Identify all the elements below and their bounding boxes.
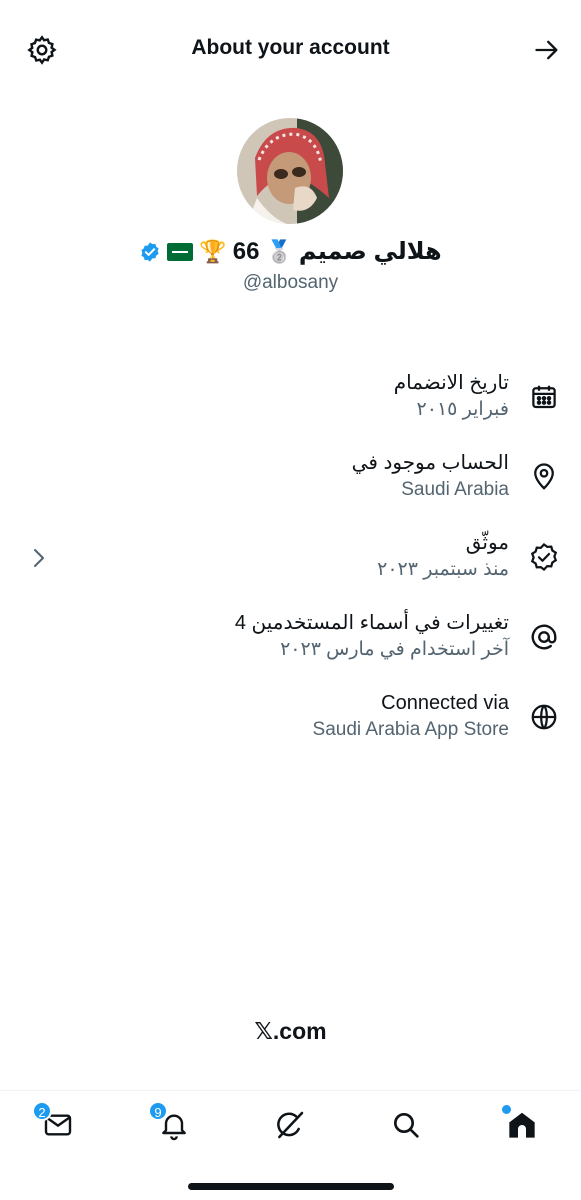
info-item-connected-via: Connected via Saudi Arabia App Store: [0, 682, 581, 752]
display-number: 66: [232, 237, 260, 265]
info-primary-label: Connected via: [381, 692, 509, 714]
verified-check-icon: [530, 543, 558, 571]
messages-badge: 2: [32, 1101, 52, 1121]
info-primary-label: موثّق: [465, 532, 509, 554]
globe-icon: [531, 704, 557, 730]
info-secondary-value: منذ سبتمبر ٢٠٢٣: [377, 559, 509, 580]
bottom-tab-bar: 2 9: [0, 1090, 581, 1200]
info-secondary-value: آخر استخدام في مارس ٢٠٢٣: [280, 639, 509, 660]
top-bar: About your account: [0, 0, 581, 100]
search-icon: [394, 1113, 419, 1138]
info-item-location: الحساب موجود في Saudi Arabia: [0, 442, 581, 512]
display-name: هلالي صميم: [298, 238, 442, 265]
username-handle: @albosany: [242, 272, 339, 293]
info-primary-label: 4 تغييرات في أسماء المستخدمين: [234, 612, 509, 634]
info-item-joined: تاريخ الانضمام فبراير ٢٠١٥: [0, 362, 581, 432]
avatar[interactable]: [237, 118, 343, 224]
profile-name-row: هلالي صميم 🥈 66 🏆: [0, 237, 581, 266]
tab-grok[interactable]: [270, 1105, 310, 1145]
home-new-dot: [502, 1105, 511, 1114]
tab-notifications[interactable]: 9: [148, 1101, 194, 1145]
info-primary-label: الحساب موجود في: [351, 452, 509, 474]
info-secondary-value: Saudi Arabia App Store: [312, 719, 509, 740]
info-secondary-value: فبراير ٢٠١٥: [416, 399, 509, 420]
info-item-username-changes: 4 تغييرات في أسماء المستخدمين آخر استخدا…: [0, 602, 581, 672]
home-indicator-bar[interactable]: [188, 1183, 394, 1190]
home-icon: [509, 1112, 535, 1138]
info-item-verified[interactable]: موثّق منذ سبتمبر ٢٠٢٣: [0, 522, 581, 592]
saudi-flag-icon: [167, 242, 194, 261]
chevron-left-icon[interactable]: [26, 546, 50, 570]
info-secondary-value: Saudi Arabia: [401, 479, 509, 500]
silver-medal-emoji: 🥈: [265, 238, 293, 264]
verified-badge-icon: [141, 241, 159, 262]
notifications-badge: 9: [148, 1101, 168, 1121]
page-title: About your account: [191, 36, 390, 59]
tab-messages[interactable]: 2: [32, 1101, 78, 1145]
tab-home[interactable]: [502, 1105, 542, 1145]
tab-search[interactable]: [386, 1105, 426, 1145]
location-pin-icon: [534, 463, 554, 490]
calendar-icon: [532, 385, 556, 409]
forward-arrow-icon[interactable]: [533, 36, 561, 64]
x-com-brand: 𝕏.com: [254, 1018, 327, 1044]
info-primary-label: تاريخ الانضمام: [393, 372, 509, 394]
at-sign-icon: [531, 624, 557, 650]
trophy-emoji: 🏆: [199, 238, 227, 264]
grok-slash-icon: [277, 1111, 304, 1139]
